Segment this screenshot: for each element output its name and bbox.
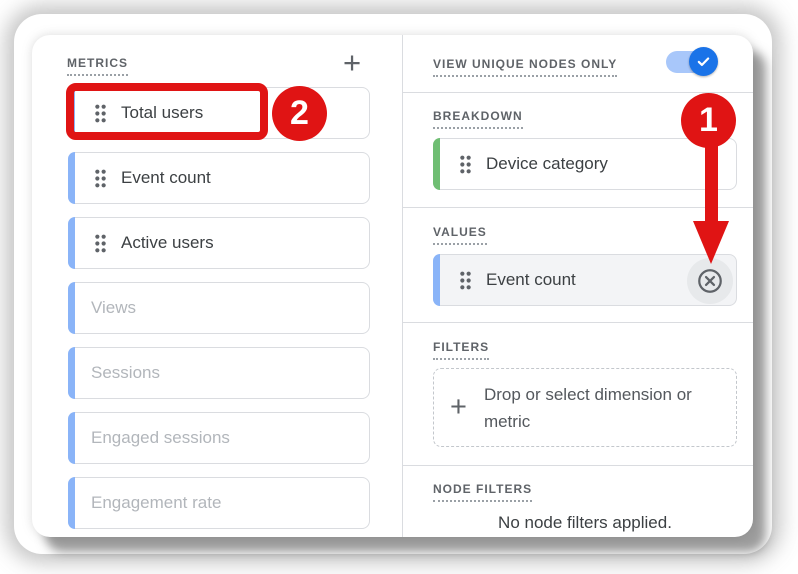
metric-label: Sessions (91, 363, 160, 382)
dropzone-text: Drop or select dimension or metric (483, 384, 692, 431)
breakdown-chip-device-category[interactable]: Device category (433, 138, 737, 190)
values-chip-label: Event count (486, 270, 576, 289)
metric-label: Engaged sessions (91, 428, 230, 447)
drag-handle-icon[interactable] (458, 154, 473, 175)
values-chip-event-count[interactable]: Event count (433, 254, 737, 306)
section-divider (402, 322, 753, 323)
section-divider (402, 465, 753, 466)
metric-chip-engaged-sessions[interactable]: Engaged sessions (68, 412, 370, 464)
column-divider (402, 35, 403, 537)
metric-chip-sessions[interactable]: Sessions (68, 347, 370, 399)
metric-label: Views (91, 298, 137, 317)
metric-label: Event count (121, 168, 211, 187)
metric-label: Active users (121, 233, 214, 252)
plus-icon: + (450, 391, 467, 423)
drag-handle-icon[interactable] (93, 168, 108, 189)
metric-chip-engagement-rate[interactable]: Engagement rate (68, 477, 370, 529)
section-divider (402, 92, 753, 93)
metrics-section-label: METRICS (67, 56, 128, 76)
section-divider (402, 207, 753, 208)
unique-nodes-label: VIEW UNIQUE NODES ONLY (433, 57, 618, 77)
circle-x-icon (696, 267, 724, 295)
filters-section-label: FILTERS (433, 340, 490, 360)
filters-dropzone[interactable]: + Drop or select dimension or metric (433, 368, 737, 447)
node-filters-empty-text: No node filters applied. (498, 513, 672, 532)
checkmark-icon (695, 53, 712, 70)
drag-handle-icon[interactable] (93, 233, 108, 254)
values-section-label: VALUES (433, 225, 487, 245)
unique-nodes-toggle[interactable] (666, 47, 718, 76)
metric-label: Total users (121, 103, 204, 122)
metric-chip-event-count[interactable]: Event count (68, 152, 370, 204)
remove-value-button[interactable] (687, 258, 733, 304)
drag-handle-icon[interactable] (93, 103, 108, 124)
add-metric-button[interactable]: + (336, 47, 368, 79)
node-filters-section-label: NODE FILTERS (433, 482, 533, 502)
drag-handle-icon[interactable] (458, 270, 473, 291)
toggle-thumb-checked (689, 47, 718, 76)
metric-chip-active-users[interactable]: Active users (68, 217, 370, 269)
breakdown-chip-label: Device category (486, 154, 608, 173)
metric-chip-views[interactable]: Views (68, 282, 370, 334)
metric-label: Engagement rate (91, 493, 222, 512)
metric-chip-total-users[interactable]: Total users (68, 87, 370, 139)
exploration-settings-panel: METRICS + Total users Event count Active… (32, 35, 753, 537)
breakdown-section-label: BREAKDOWN (433, 109, 523, 129)
